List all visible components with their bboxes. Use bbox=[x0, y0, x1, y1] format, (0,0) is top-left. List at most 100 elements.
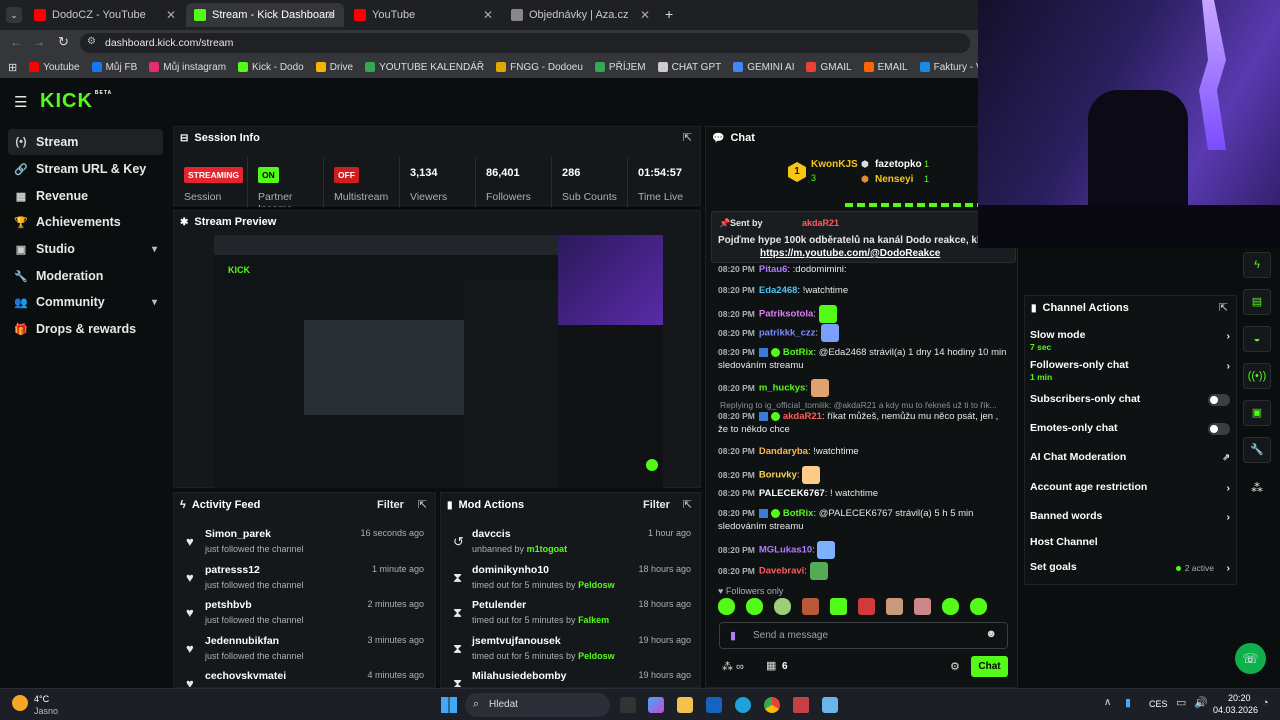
chat-username[interactable]: BotRix bbox=[783, 347, 814, 358]
chat-message[interactable]: 08:20 PM Davebravi: bbox=[718, 562, 1008, 580]
emote-icon[interactable] bbox=[942, 598, 959, 615]
bookmark-item[interactable]: EMAIL bbox=[863, 62, 908, 73]
gifter-name[interactable]: Nenseyi bbox=[875, 174, 913, 185]
chat-message[interactable]: 08:20 PM Dandaryba: !watchtime bbox=[718, 445, 1008, 458]
sidebar-item-moderation[interactable]: 🔧 Moderation bbox=[8, 263, 163, 289]
bookmark-item[interactable]: Můj FB bbox=[91, 62, 137, 73]
activity-username[interactable]: cechovskvmatei bbox=[205, 670, 286, 682]
chevron-down-icon[interactable]: ▾ bbox=[152, 297, 157, 308]
language-indicator[interactable]: CES bbox=[1149, 699, 1168, 709]
rail-notes-icon[interactable]: ▤ bbox=[1243, 289, 1271, 315]
close-icon[interactable]: ✕ bbox=[166, 8, 176, 22]
bookmark-item[interactable]: PŘÍJEM bbox=[594, 62, 646, 73]
back-icon[interactable]: ← bbox=[10, 35, 22, 49]
task-view-icon[interactable] bbox=[620, 697, 636, 713]
chat-users-icon[interactable]: ⁂ ∞ bbox=[722, 660, 744, 673]
emote-icon[interactable] bbox=[886, 598, 903, 615]
gifter-name[interactable]: KwonKJS bbox=[811, 159, 858, 170]
mod-target-username[interactable]: davccis bbox=[472, 528, 511, 540]
chat-input[interactable]: ▮ Send a message ☻ bbox=[719, 622, 1008, 649]
bookmark-item[interactable]: CHAT GPT bbox=[657, 62, 721, 73]
chat-username[interactable]: Eda2468 bbox=[759, 285, 798, 296]
chat-username[interactable]: m_huckys bbox=[759, 383, 805, 394]
activity-row[interactable]: ♥ petshbvb just followed the channel 2 minu… bbox=[174, 596, 434, 631]
channel-action-set-goals[interactable]: Set goals › 2 active bbox=[1030, 561, 1230, 583]
chat-message[interactable]: 08:20 PM Boruvky: bbox=[718, 466, 1008, 484]
channel-action-ai-chat-moderation[interactable]: AI Chat Moderation ⇗ bbox=[1030, 451, 1230, 473]
browser-tab-kick-dashboard[interactable]: Stream - Kick Dashboard ✕ bbox=[186, 3, 344, 27]
terminal-icon[interactable] bbox=[793, 697, 809, 713]
chevron-right-icon[interactable]: › bbox=[1227, 360, 1231, 372]
chat-message[interactable]: 08:20 PM Patriksotola: bbox=[718, 305, 1008, 323]
channel-action-followers-only-chat[interactable]: Followers-only chat 1 min › bbox=[1030, 359, 1231, 382]
rail-wrench-icon[interactable]: 🔧 bbox=[1243, 437, 1271, 463]
chat-message[interactable]: 08:20 PM BotRix: @PALECEK6767 strávil(a) … bbox=[718, 507, 1008, 533]
browser-tab-youtube[interactable]: YouTube ✕ bbox=[346, 3, 501, 27]
chat-username[interactable]: MGLukas10 bbox=[759, 545, 812, 556]
outlook-icon[interactable] bbox=[706, 697, 722, 713]
mod-action-row[interactable]: ↺ davccis unbanned by m1togoat 1 hour ago bbox=[441, 525, 700, 560]
chat-username[interactable]: Davebravi bbox=[759, 566, 804, 577]
chat-send-button[interactable]: Chat bbox=[971, 656, 1008, 677]
activity-row[interactable]: ♥ Simon_parek just followed the channel 16 … bbox=[174, 525, 434, 560]
bookmark-item[interactable]: Drive bbox=[315, 62, 353, 73]
rail-lightning-icon[interactable]: ϟ bbox=[1243, 252, 1271, 278]
close-icon[interactable]: ✕ bbox=[326, 8, 336, 22]
sidebar-item-achievements[interactable]: 🏆 Achievements bbox=[8, 209, 163, 235]
mod-action-row[interactable]: ⧗ Milahusiedebomby 19 hours ago bbox=[441, 667, 700, 687]
toggle-switch[interactable] bbox=[1208, 394, 1230, 406]
file-explorer-icon[interactable] bbox=[677, 697, 693, 713]
emote-icon[interactable] bbox=[858, 598, 875, 615]
emote-icon[interactable] bbox=[970, 598, 987, 615]
sidebar-item-community[interactable]: 👥 Community ▾ bbox=[8, 289, 163, 315]
browser-tab-aza[interactable]: Objednávky | Aza.cz ✕ bbox=[503, 3, 658, 27]
sidebar-item-drops-rewards[interactable]: 🎁 Drops & rewards bbox=[8, 316, 163, 342]
chat-message[interactable]: 08:20 PM BotRix: @Eda2468 strávil(a) 1 dn… bbox=[718, 346, 1008, 372]
chevron-right-icon[interactable]: › bbox=[1227, 511, 1231, 523]
mod-action-row[interactable]: ⧗ Petulender timed out for 5 minutes by Fa… bbox=[441, 596, 700, 631]
network-icon[interactable]: ▭ bbox=[1176, 696, 1186, 709]
emote-icon[interactable] bbox=[914, 598, 931, 615]
close-icon[interactable]: ✕ bbox=[640, 8, 650, 22]
chevron-right-icon[interactable]: › bbox=[1227, 482, 1231, 494]
browser-tab-youtube-dodocz[interactable]: DodoCZ - YouTube ✕ bbox=[26, 3, 184, 27]
toggle-switch[interactable] bbox=[1208, 423, 1230, 435]
chat-username[interactable]: Pitau6 bbox=[759, 264, 788, 275]
kick-logo[interactable]: KICK BETA bbox=[40, 90, 112, 113]
tray-chevron-icon[interactable]: ∧ bbox=[1104, 697, 1111, 708]
chat-message[interactable]: 08:20 PM patrikkk_czz: bbox=[718, 324, 1008, 342]
notepad-icon[interactable] bbox=[822, 697, 838, 713]
chrome-icon[interactable] bbox=[764, 697, 780, 713]
mic-tray-icon[interactable]: ▮ bbox=[1125, 696, 1131, 709]
bookmark-item[interactable]: Můj instagram bbox=[149, 62, 226, 73]
chat-username[interactable]: Patriksotola bbox=[759, 309, 813, 320]
bookmark-item[interactable]: Faktury - Vytváření bbox=[919, 62, 980, 73]
sidebar-item-revenue[interactable]: ▦ Revenue bbox=[8, 183, 163, 209]
rail-broadcast-icon[interactable]: ((•)) bbox=[1243, 363, 1271, 389]
tab-search-icon[interactable]: ⌄ bbox=[6, 7, 22, 23]
mod-target-username[interactable]: dominikynho10 bbox=[472, 564, 549, 576]
popout-icon[interactable]: ⇱ bbox=[1219, 301, 1228, 314]
chat-username[interactable]: akdaR21 bbox=[783, 411, 822, 422]
chevron-down-icon[interactable]: ▾ bbox=[152, 244, 157, 255]
pinned-user[interactable]: akdaR21 bbox=[802, 218, 839, 228]
activity-username[interactable]: patresss12 bbox=[205, 564, 260, 576]
gifter-name[interactable]: fazetopko bbox=[875, 159, 922, 170]
channel-action-host-channel[interactable]: Host Channel bbox=[1030, 536, 1230, 558]
copilot-icon[interactable] bbox=[648, 697, 664, 713]
clock-date[interactable]: 04.03.2026 bbox=[1213, 705, 1258, 715]
subs-icon[interactable]: ▦ bbox=[766, 659, 776, 672]
new-tab-icon[interactable]: + bbox=[665, 6, 673, 22]
external-link-icon[interactable]: ⇗ bbox=[1222, 452, 1230, 463]
popout-icon[interactable]: ⇱ bbox=[418, 498, 427, 511]
mod-action-row[interactable]: ⧗ dominikynho10 timed out for 5 minutes by… bbox=[441, 561, 700, 596]
chevron-right-icon[interactable]: › bbox=[1227, 562, 1231, 574]
menu-icon[interactable]: ☰ bbox=[14, 93, 27, 111]
chevron-right-icon[interactable]: › bbox=[1227, 330, 1231, 342]
stream-video[interactable]: KICK bbox=[214, 235, 663, 488]
chat-message[interactable]: 08:20 PM MGLukas10: bbox=[718, 541, 1008, 559]
mod-target-username[interactable]: Petulender bbox=[472, 599, 526, 611]
chat-username[interactable]: Dandaryba bbox=[759, 446, 808, 457]
apps-icon[interactable]: ⊞ bbox=[8, 61, 17, 74]
emote-icon[interactable] bbox=[802, 598, 819, 615]
